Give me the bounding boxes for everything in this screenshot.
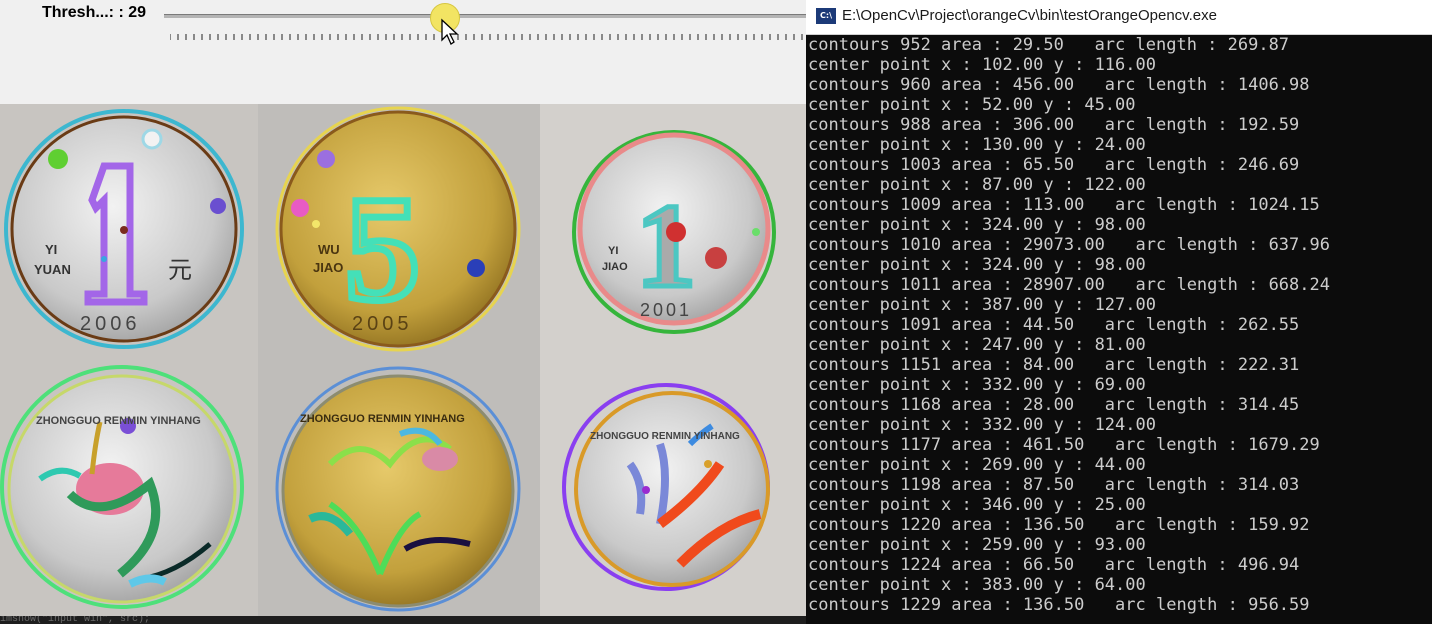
- coin-3-digit: 1: [636, 179, 696, 312]
- trackbar-label: Thresh...: : 29: [42, 4, 147, 21]
- mouse-cursor-icon: [441, 18, 459, 45]
- coin-5-legend: ZHONGGUO RENMIN YINHANG: [300, 413, 465, 425]
- coin-lotus: ZHONGGUO RENMIN YINHANG: [275, 366, 521, 612]
- console-line: center point x : 247.00 y : 81.00: [808, 335, 1146, 355]
- console-line: center point x : 269.00 y : 44.00: [808, 455, 1146, 475]
- console-line: center point x : 332.00 y : 69.00: [808, 375, 1146, 395]
- coin-2-jiao: JIAO: [313, 260, 343, 275]
- coin-1-yuan: YI YUAN 元 2006: [4, 109, 244, 349]
- coin-chrysanthemum: ZHONGGUO RENMIN YINHANG: [0, 365, 244, 609]
- console-app-icon: C:\: [816, 8, 836, 24]
- console-line: contours 1151 area : 84.00 arc length : …: [808, 355, 1300, 375]
- console-line: contours 988 area : 306.00 arc length : …: [808, 115, 1300, 135]
- console-line: center point x : 52.00 y : 45.00: [808, 95, 1136, 115]
- console-line: contours 1177 area : 461.50 arc length :…: [808, 435, 1320, 455]
- console-line: contours 1220 area : 136.50 arc length :…: [808, 515, 1310, 535]
- console-title: E:\OpenCv\Project\orangeCv\bin\testOrang…: [842, 7, 1217, 24]
- console-line: center point x : 324.00 y : 98.00: [808, 215, 1146, 235]
- coin-1-year: 2006: [80, 313, 141, 335]
- console-line: contours 1198 area : 87.50 arc length : …: [808, 475, 1300, 495]
- console-line: contours 1011 area : 28907.00 arc length…: [808, 275, 1330, 295]
- coin-3-jiao: JIAO: [602, 261, 628, 273]
- coin-3-yi: YI: [608, 245, 618, 257]
- opencv-window: Thresh...: : 29 YI YUAN 元 2006 5 WU JIAO…: [0, 0, 806, 624]
- console-line: contours 952 area : 29.50 arc length : 2…: [808, 35, 1290, 55]
- console-line: center point x : 102.00 y : 116.00: [808, 55, 1156, 75]
- console-titlebar[interactable]: C:\ E:\OpenCv\Project\orangeCv\bin\testO…: [806, 0, 1432, 35]
- console-line: contours 1010 area : 29073.00 arc length…: [808, 235, 1330, 255]
- coin-orchid: ZHONGGUO RENMIN YINHANG: [562, 383, 770, 591]
- coin-1-yuan-text: YUAN: [34, 262, 71, 277]
- coin-3-year: 2001: [640, 300, 692, 320]
- console-line: center point x : 130.00 y : 24.00: [808, 135, 1146, 155]
- console-line: center point x : 259.00 y : 93.00: [808, 535, 1146, 555]
- console-line: contours 1003 area : 65.50 arc length : …: [808, 155, 1300, 175]
- console-line: center point x : 87.00 y : 122.00: [808, 175, 1146, 195]
- console-line: center point x : 324.00 y : 98.00: [808, 255, 1146, 275]
- coin-image-view: YI YUAN 元 2006 5 WU JIAO 2005 1 YI JIAO …: [0, 104, 806, 620]
- coin-5-jiao: 5 WU JIAO 2005: [275, 106, 521, 352]
- coin-2-digit: 5: [345, 166, 420, 332]
- coin-1-jiao: 1 YI JIAO 2001: [572, 130, 776, 334]
- console-line: center point x : 332.00 y : 124.00: [808, 415, 1156, 435]
- coin-2-year: 2005: [352, 313, 413, 335]
- console-line: contours 1224 area : 66.50 arc length : …: [808, 555, 1300, 575]
- trackbar-ticks: [170, 34, 803, 40]
- console-line: center point x : 346.00 y : 25.00: [808, 495, 1146, 515]
- trackbar-groove[interactable]: [164, 14, 806, 18]
- console-line: contours 1091 area : 44.50 arc length : …: [808, 315, 1300, 335]
- console-output[interactable]: contours 952 area : 29.50 arc length : 2…: [808, 35, 1432, 624]
- console-line: contours 1009 area : 113.00 arc length :…: [808, 195, 1320, 215]
- coin-4-legend: ZHONGGUO RENMIN YINHANG: [36, 415, 201, 427]
- console-window: C:\ E:\OpenCv\Project\orangeCv\bin\testO…: [806, 0, 1432, 624]
- console-line: contours 1168 area : 28.00 arc length : …: [808, 395, 1300, 415]
- coins-canvas: YI YUAN 元 2006 5 WU JIAO 2005 1 YI JIAO …: [0, 106, 776, 612]
- coin-6-legend: ZHONGGUO RENMIN YINHANG: [590, 431, 740, 442]
- editor-code-strip: imshow("input win", src);: [0, 616, 806, 624]
- coin-2-wu: WU: [318, 242, 340, 257]
- coin-1-char: 元: [168, 256, 192, 284]
- console-line: center point x : 387.00 y : 127.00: [808, 295, 1156, 315]
- console-line: contours 960 area : 456.00 arc length : …: [808, 75, 1310, 95]
- coin-1-yi: YI: [45, 242, 57, 257]
- console-line: contours 1229 area : 136.50 arc length :…: [808, 595, 1310, 615]
- trackbar-panel: Thresh...: : 29: [0, 0, 806, 105]
- console-line: center point x : 383.00 y : 64.00: [808, 575, 1146, 595]
